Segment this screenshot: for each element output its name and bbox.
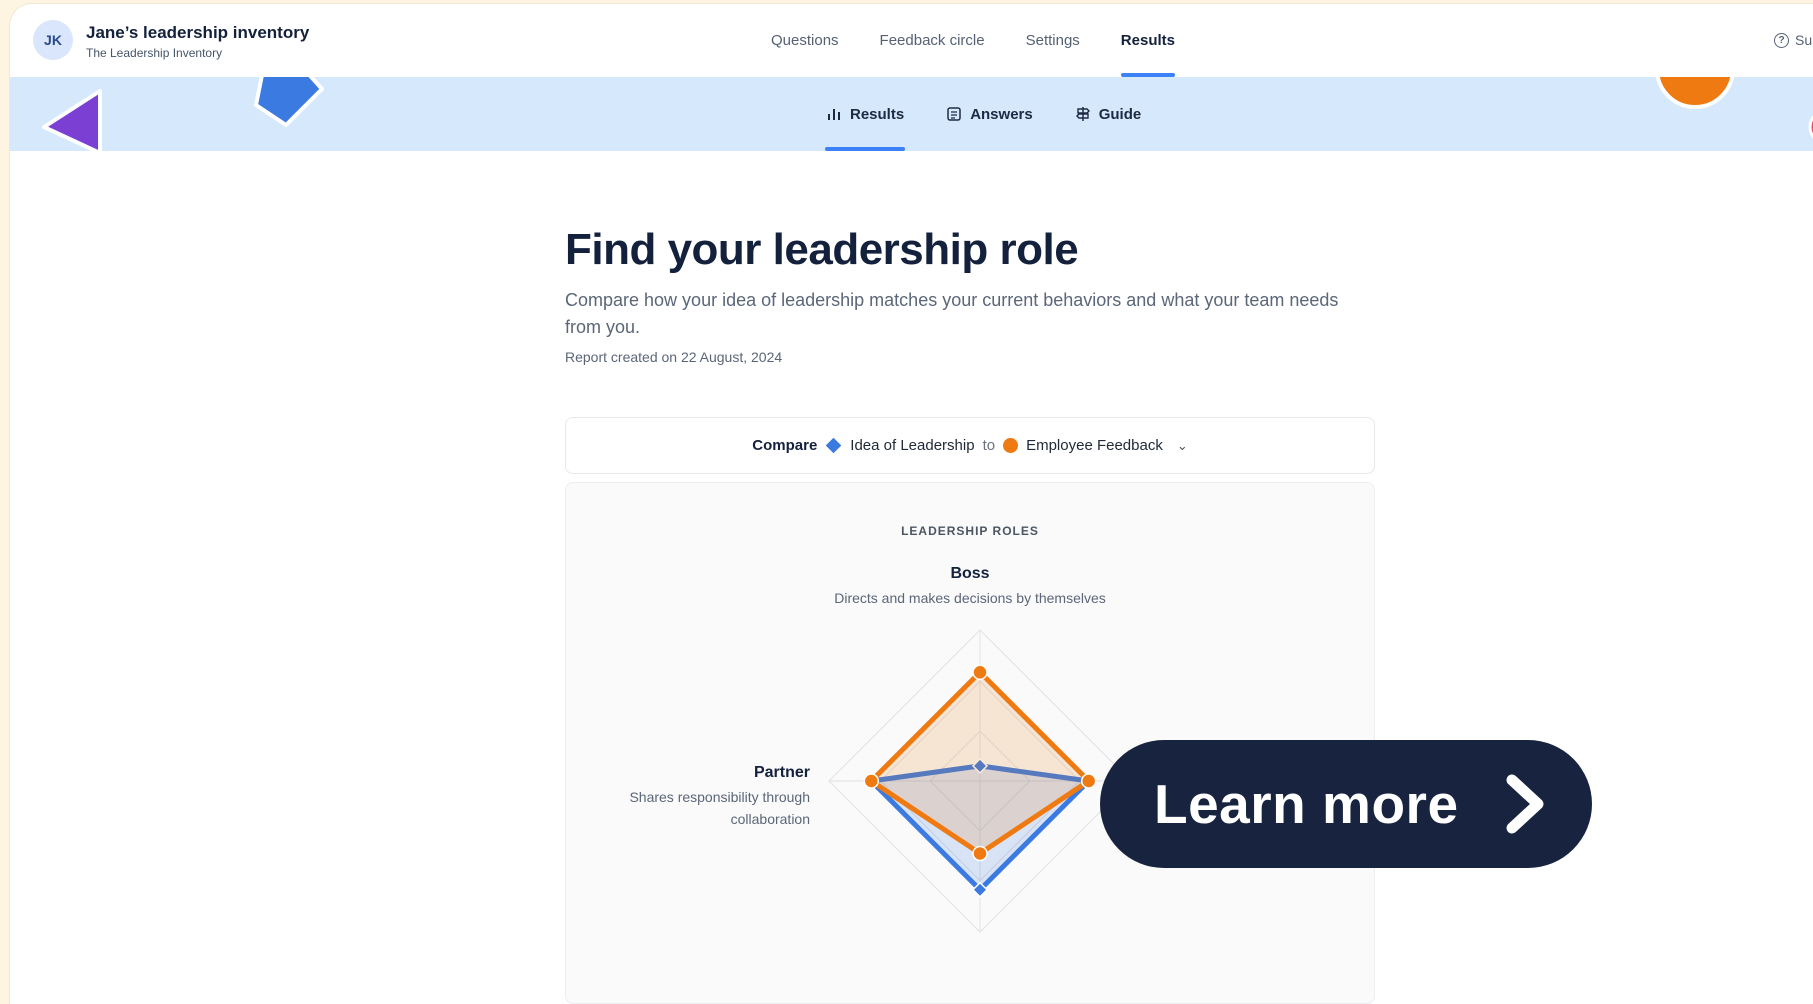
- edge-shape-decoration: [1808, 115, 1813, 139]
- help-circle-icon: ?: [1774, 32, 1789, 48]
- compare-label: Compare: [752, 437, 818, 454]
- tab-questions[interactable]: Questions: [771, 4, 839, 77]
- results-subnav-bar: Results Answers Guide: [10, 77, 1813, 151]
- orange-circle-decoration: [1655, 77, 1735, 109]
- series-b-label: Employee Feedback: [1026, 437, 1163, 454]
- subtab-guide-label: Guide: [1098, 105, 1142, 123]
- support-label: Su: [1795, 32, 1813, 48]
- subtab-answers-label: Answers: [970, 105, 1033, 123]
- radar-point-circle: [863, 773, 880, 789]
- inventory-title: Jane’s leadership inventory: [86, 23, 310, 42]
- compare-selector[interactable]: Compare Idea of Leadership to Employee F…: [565, 417, 1375, 474]
- orange-circle-legend-icon: [1003, 438, 1019, 453]
- results-header: Find your leadership role Compare how yo…: [565, 225, 1375, 365]
- signpost-icon: [1075, 106, 1091, 122]
- learn-more-button[interactable]: Learn more: [1100, 740, 1592, 868]
- tab-results[interactable]: Results: [1120, 4, 1176, 77]
- avatar[interactable]: JK: [33, 20, 73, 60]
- compare-connector: to: [982, 437, 996, 454]
- series-a-label: Idea of Leadership: [850, 437, 975, 454]
- learn-more-label: Learn more: [1154, 773, 1459, 835]
- bar-chart-icon: [826, 106, 842, 122]
- blue-diamond-legend-icon: [826, 437, 842, 454]
- chevron-right-icon: [1506, 774, 1544, 834]
- report-date: Report created on 22 August, 2024: [565, 349, 783, 365]
- subtab-results[interactable]: Results: [825, 77, 906, 151]
- page-description: Compare how your idea of leadership matc…: [565, 290, 1339, 337]
- role-boss-description: Directs and makes decisions by themselve…: [834, 590, 1106, 606]
- subtab-guide[interactable]: Guide: [1074, 77, 1143, 151]
- tab-feedback-circle[interactable]: Feedback circle: [880, 4, 985, 77]
- radar-point-circle: [972, 664, 988, 681]
- role-boss-title: Boss: [950, 565, 990, 582]
- page-title: Find your leadership role: [565, 225, 1079, 274]
- subtab-results-label: Results: [850, 105, 905, 123]
- radar-series-area: [868, 669, 1092, 856]
- chevron-down-icon[interactable]: ⌄: [1177, 438, 1188, 454]
- top-navigation-bar: JK Jane’s leadership inventory The Leade…: [10, 4, 1813, 77]
- tab-settings[interactable]: Settings: [1026, 4, 1080, 77]
- subtab-answers[interactable]: Answers: [945, 77, 1034, 151]
- role-partner-description: Shares responsibility through collaborat…: [629, 789, 810, 827]
- main-tabs: Questions Feedback circle Settings Resul…: [771, 4, 1176, 77]
- radar-point-circle: [972, 845, 988, 862]
- radar-point-circle: [1080, 773, 1097, 789]
- inventory-subtitle: The Leadership Inventory: [86, 46, 223, 60]
- document-icon: [946, 106, 962, 122]
- support-link[interactable]: ? Su: [1774, 32, 1812, 48]
- chart-heading: LEADERSHIP ROLES: [901, 524, 1039, 538]
- purple-triangle-decoration: [42, 89, 102, 151]
- results-subtabs: Results Answers Guide: [825, 77, 1142, 151]
- blue-diamond-decoration: [254, 77, 324, 127]
- role-partner-title: Partner: [753, 764, 810, 781]
